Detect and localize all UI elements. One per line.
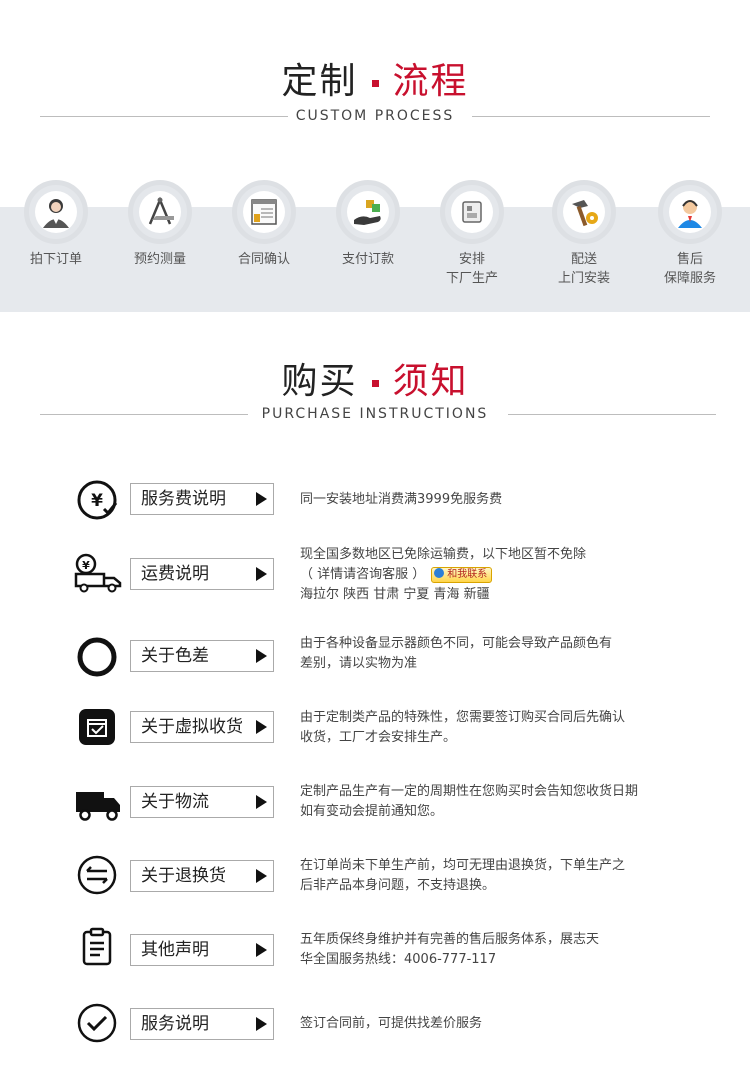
- arrow-right-icon: [256, 649, 267, 663]
- instruction-other-statement: 其他声明 五年质保终身维护并有完善的售后服务体系，展志天 华全国服务热线：4006…: [0, 916, 750, 986]
- step-label: 拍下订单: [29, 252, 82, 267]
- title-dot: [371, 79, 379, 87]
- step-circle: [552, 180, 616, 244]
- instruction-service-fee: ¥ 服务费说明 同一安装地址消费满3999免服务费: [0, 465, 750, 535]
- virtual-receipt-desc: 由于定制类产品的特殊性，您需要签订购买合同后先确认 收货，工厂才会安排生产。: [300, 710, 626, 745]
- instruction-virtual-receipt: 关于虚拟收货 由于定制类产品的特殊性，您需要签订购买合同后先确认 收货，工厂才会安…: [0, 692, 750, 762]
- logistics-label[interactable]: 关于物流: [130, 786, 274, 818]
- color-difference-label[interactable]: 关于色差: [130, 640, 274, 672]
- step-circle: [128, 180, 192, 244]
- exchange-arrows-icon: [76, 854, 118, 896]
- step-label: 配送 上门安装: [557, 252, 610, 286]
- step-label: 支付订款: [341, 252, 394, 267]
- color-difference-desc: 由于各种设备显示器颜色不同，可能会导致产品颜色有 差别，请以实物为准: [300, 636, 613, 671]
- arrow-right-icon: [256, 492, 267, 506]
- process-subtitle: CUSTOM PROCESS: [295, 108, 455, 124]
- color-ring-icon: [76, 636, 118, 678]
- measuring-tools-icon: [148, 196, 174, 225]
- service-fee-desc: 同一安装地址消费满3999免服务费: [300, 492, 503, 507]
- arrow-right-icon: [256, 720, 267, 734]
- arrow-right-icon: [256, 1017, 267, 1031]
- step-circle: [658, 180, 722, 244]
- yen-truck-icon: ¥: [72, 552, 124, 594]
- step-circle: [232, 180, 296, 244]
- returns-label[interactable]: 关于退换货: [130, 860, 274, 892]
- arrow-right-icon: [256, 795, 267, 809]
- process-title-main: 定制: [281, 61, 358, 102]
- purchase-subtitle-row: PURCHASE INSTRUCTIONS: [0, 404, 750, 424]
- instruction-logistics: 关于物流 定制产品生产有一定的周期性在您购买时会告知您收货日期 如有变动会提前通知…: [0, 768, 750, 838]
- instruction-returns: 关于退换货 在订单尚未下单生产前，均可无理由退换货，下单生产之 后非产品本身问题，…: [0, 842, 750, 912]
- after-sales-agent-icon: [678, 200, 702, 228]
- step-label: 售后 保障服务: [663, 252, 716, 286]
- step-circle: [24, 180, 88, 244]
- arrow-right-icon: [256, 869, 267, 883]
- purchase-subtitle: PURCHASE INSTRUCTIONS: [261, 406, 489, 422]
- contact-me-button[interactable]: 和我联系: [431, 566, 493, 583]
- production-icon: [462, 201, 482, 223]
- logistics-desc: 定制产品生产有一定的周期性在您购买时会告知您收货日期 如有变动会提前通知您。: [300, 784, 639, 819]
- step-label: 预约测量: [133, 252, 186, 267]
- instruction-service-statement: 服务说明 签订合同前，可提供找差价服务: [0, 990, 750, 1060]
- delivery-truck-icon: [74, 782, 122, 824]
- purchase-title: 购买 须知: [0, 352, 750, 404]
- process-title-accent: 流程: [392, 61, 469, 102]
- chat-icon: [434, 567, 445, 578]
- returns-desc: 在订单尚未下单生产前，均可无理由退换货，下单生产之 后非产品本身问题，不支持退换。: [300, 858, 626, 893]
- install-tools-icon: [572, 200, 598, 227]
- service-fee-label[interactable]: 服务费说明: [130, 483, 274, 515]
- package-check-icon: [76, 706, 118, 748]
- check-circle-icon: [76, 1002, 118, 1044]
- instruction-color-difference: 关于色差 由于各种设备显示器颜色不同，可能会导致产品颜色有 差别，请以实物为准: [0, 620, 750, 690]
- instruction-shipping: ¥ 运费说明 现全国多数地区已免除运输费，以下地区暂不免除 （ 详情请咨询客服 …: [0, 540, 750, 616]
- other-statement-desc: 五年质保终身维护并有完善的售后服务体系，展志天 华全国服务热线：4006-777-…: [300, 932, 600, 967]
- process-subtitle-row: CUSTOM PROCESS: [0, 106, 750, 126]
- yen-check-icon: ¥: [76, 479, 118, 521]
- purchase-title-main: 购买: [281, 361, 358, 402]
- contract-document-icon: [251, 199, 277, 225]
- step-circle: [440, 180, 504, 244]
- step-label: 安排 下厂生产: [445, 252, 498, 286]
- service-statement-label[interactable]: 服务说明: [130, 1008, 274, 1040]
- purchase-title-accent: 须知: [392, 361, 469, 402]
- svg-text:¥: ¥: [91, 491, 103, 511]
- title-dot: [371, 379, 379, 387]
- payment-hand-icon: [354, 200, 381, 225]
- shipping-desc: 现全国多数地区已免除运输费，以下地区暂不免除 （ 详情请咨询客服 ）和我联系 海…: [300, 547, 587, 602]
- virtual-receipt-label[interactable]: 关于虚拟收货: [130, 711, 274, 743]
- step-label: 合同确认: [237, 252, 290, 267]
- customer-service-woman-icon: [43, 199, 69, 228]
- service-statement-desc: 签订合同前，可提供找差价服务: [300, 1016, 483, 1031]
- arrow-right-icon: [256, 567, 267, 581]
- step-circle: [336, 180, 400, 244]
- arrow-right-icon: [256, 943, 267, 957]
- other-statement-label[interactable]: 其他声明: [130, 934, 274, 966]
- svg-text:¥: ¥: [82, 559, 90, 572]
- clipboard-icon: [76, 926, 118, 968]
- shipping-label[interactable]: 运费说明: [130, 558, 274, 590]
- process-title: 定制 流程: [0, 52, 750, 104]
